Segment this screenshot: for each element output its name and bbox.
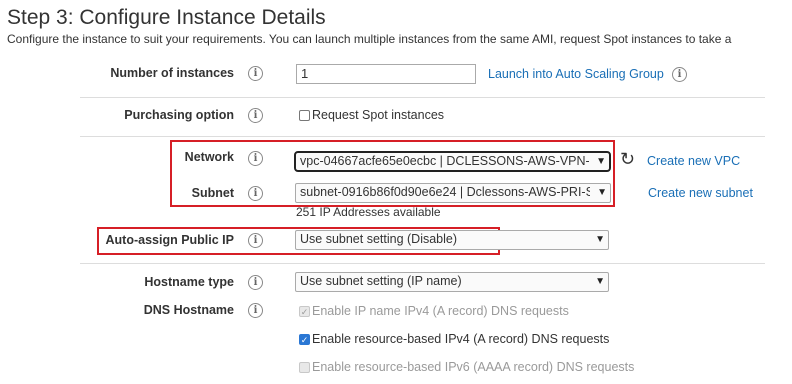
dropdown-arrow-icon: ▼	[597, 187, 607, 198]
info-icon[interactable]: i	[248, 66, 263, 81]
ip-addresses-available: 251 IP Addresses available	[296, 205, 441, 219]
enable-ip-name-ipv4-checkbox[interactable]: ✓	[299, 306, 310, 317]
enable-resource-ipv6-label: Enable resource-based IPv6 (AAAA record)…	[312, 360, 635, 374]
enable-ip-name-ipv4-label: Enable IP name IPv4 (A record) DNS reque…	[312, 304, 569, 318]
request-spot-checkbox[interactable]	[299, 110, 310, 121]
auto-assign-public-ip-label: Auto-assign Public IP	[105, 233, 235, 247]
page-title: Step 3: Configure Instance Details	[7, 6, 326, 29]
divider	[80, 263, 765, 264]
subnet-label: Subnet	[191, 186, 234, 200]
dropdown-arrow-icon: ▼	[596, 156, 606, 167]
hostname-type-select[interactable]: Use subnet setting (IP name) ▼	[295, 272, 609, 292]
subnet-select-value: subnet-0916b86f0d90e6e24 | Dclessons-AWS…	[300, 185, 590, 199]
info-icon[interactable]: i	[248, 275, 263, 290]
info-icon[interactable]: i	[248, 233, 263, 248]
number-of-instances-label: Number of instances	[110, 66, 234, 80]
divider	[80, 97, 765, 98]
page-description: Configure the instance to suit your requ…	[7, 32, 732, 46]
divider	[80, 136, 765, 137]
auto-assign-public-ip-value: Use subnet setting (Disable)	[300, 232, 458, 246]
create-new-subnet-link[interactable]: Create new subnet	[648, 186, 753, 200]
auto-assign-public-ip-select[interactable]: Use subnet setting (Disable) ▼	[295, 230, 609, 250]
subnet-select[interactable]: subnet-0916b86f0d90e6e24 | Dclessons-AWS…	[295, 183, 611, 203]
hostname-type-label: Hostname type	[144, 275, 234, 289]
enable-resource-ipv6-checkbox[interactable]	[299, 362, 310, 373]
enable-resource-ipv4-checkbox[interactable]: ✓	[299, 334, 310, 345]
info-icon[interactable]: i	[248, 151, 263, 166]
launch-auto-scaling-link[interactable]: Launch into Auto Scaling Group	[488, 67, 664, 81]
create-new-vpc-link[interactable]: Create new VPC	[647, 154, 740, 168]
hostname-type-value: Use subnet setting (IP name)	[300, 274, 462, 288]
enable-resource-ipv4-label: Enable resource-based IPv4 (A record) DN…	[312, 332, 610, 346]
network-select[interactable]: vpc-04667acfe65e0ecbc | DCLESSONS-AWS-VP…	[294, 151, 611, 172]
dropdown-arrow-icon: ▼	[595, 234, 605, 245]
info-icon[interactable]: i	[248, 186, 263, 201]
network-label: Network	[184, 150, 234, 164]
purchasing-option-label: Purchasing option	[124, 108, 234, 122]
dns-hostname-label: DNS Hostname	[143, 303, 234, 317]
dropdown-arrow-icon: ▼	[595, 276, 605, 287]
request-spot-label: Request Spot instances	[312, 108, 445, 122]
number-of-instances-input[interactable]: 1	[296, 64, 476, 84]
network-select-value: vpc-04667acfe65e0ecbc | DCLESSONS-AWS-VP…	[300, 154, 589, 168]
info-icon[interactable]: i	[248, 108, 263, 123]
info-icon[interactable]: i	[672, 67, 687, 82]
info-icon[interactable]: i	[248, 303, 263, 318]
refresh-icon[interactable]: ↻	[620, 150, 635, 168]
